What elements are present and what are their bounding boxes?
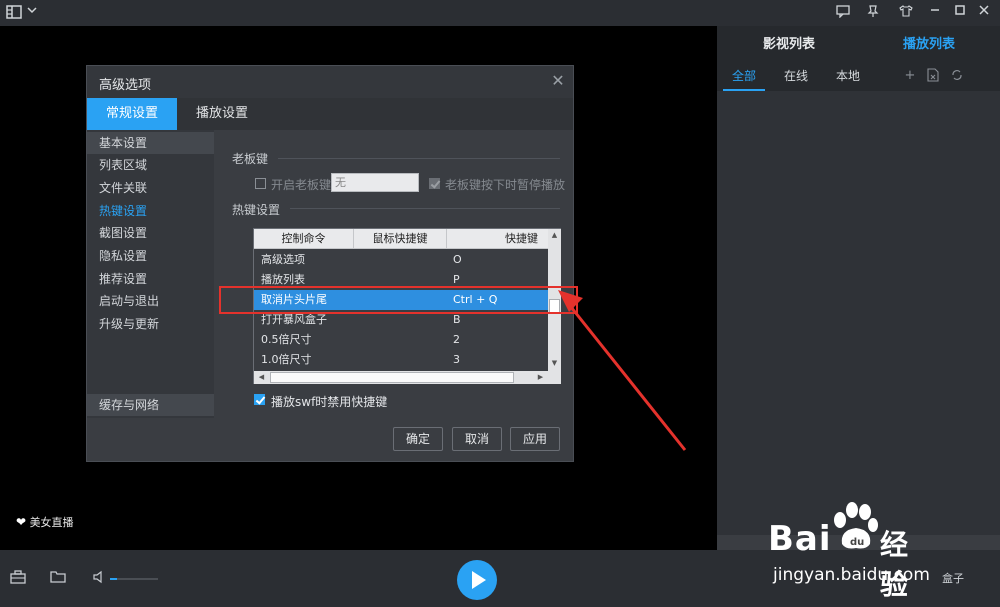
settings-sidebar: 基本设置 列表区域 文件关联 热键设置 截图设置 隐私设置 推荐设置 启动与退出… [87, 130, 214, 418]
loop-icon[interactable] [949, 68, 965, 84]
annotation-highlight-box [219, 286, 578, 314]
scroll-left-icon[interactable]: ◀ [255, 373, 268, 381]
cell-command: 0.5倍尺寸 [261, 333, 312, 346]
dialog-title: 高级选项 [99, 78, 152, 93]
live-badge[interactable]: ❤ 美女直播 [16, 514, 74, 530]
message-icon[interactable] [834, 4, 852, 22]
boss-key-enable-checkbox[interactable] [255, 178, 266, 189]
cell-key: O [453, 253, 462, 266]
watermark-url: jingyan.baidu.com [773, 565, 930, 585]
paw-icon: du [834, 502, 878, 549]
divider [290, 208, 560, 209]
heart-icon: ❤ [16, 515, 27, 529]
boss-key-section-title: 老板键 [232, 152, 269, 166]
box-label[interactable]: 盒子 [942, 570, 964, 586]
table-row[interactable]: 0.5倍尺寸 2 [254, 330, 548, 350]
maximize-icon[interactable] [951, 4, 969, 22]
tab-general-settings[interactable]: 常规设置 [87, 98, 177, 130]
sidebar-item-basic[interactable]: 基本设置 [87, 132, 214, 154]
cell-key: 2 [453, 333, 460, 346]
scroll-right-icon[interactable]: ▶ [534, 373, 547, 381]
subtab-online[interactable]: 在线 [775, 64, 817, 91]
title-bar [0, 0, 1000, 26]
dialog-close-icon[interactable]: ✕ [549, 72, 567, 90]
boss-key-pause-checkbox[interactable] [429, 178, 440, 189]
playlist-subtabs: 全部 在线 本地 + [717, 64, 1000, 91]
svg-text:du: du [850, 537, 864, 548]
dialog-tabs: 常规设置 播放设置 [87, 98, 573, 130]
sidebar-item-recommend[interactable]: 推荐设置 [87, 268, 214, 290]
apply-button[interactable]: 应用 [510, 427, 560, 451]
watermark-brand-cn: 经验 [880, 528, 909, 601]
close-icon[interactable] [975, 4, 993, 22]
minimize-icon[interactable] [926, 4, 944, 22]
sidebar-item-list-area[interactable]: 列表区域 [87, 154, 214, 176]
horizontal-scrollbar[interactable]: ◀ ▶ [254, 371, 548, 384]
table-row[interactable]: 1.0倍尺寸 3 [254, 350, 548, 370]
tab-playlist[interactable]: 播放列表 [869, 26, 989, 64]
sidebar-item-update[interactable]: 升级与更新 [87, 313, 214, 335]
boss-key-input[interactable]: 无 [331, 173, 419, 192]
tab-playback-settings[interactable]: 播放设置 [177, 98, 267, 130]
annotation-arrow-icon [558, 290, 687, 451]
volume-slider[interactable] [110, 578, 158, 580]
menu-icon[interactable] [5, 4, 23, 22]
hotkey-section-title: 热键设置 [232, 203, 281, 217]
play-button[interactable] [457, 560, 497, 600]
sidebar-item-startup-exit[interactable]: 启动与退出 [87, 290, 214, 312]
column-header-mouse[interactable]: 鼠标快捷键 [354, 229, 447, 249]
boss-key-pause-label: 老板键按下时暂停播放 [445, 178, 566, 192]
sidebar-item-cache-network[interactable]: 缓存与网络 [87, 394, 214, 416]
cell-command: 1.0倍尺寸 [261, 353, 312, 366]
hotkey-table-header: 控制命令 鼠标快捷键 快捷键 [254, 229, 548, 249]
cancel-button[interactable]: 取消 [452, 427, 502, 451]
cell-command: 高级选项 [261, 253, 305, 266]
volume-level [110, 578, 118, 580]
sidebar-item-file-assoc[interactable]: 文件关联 [87, 177, 214, 199]
scroll-up-icon[interactable]: ▲ [548, 231, 561, 239]
divider [278, 158, 560, 159]
watermark-brand: Bai [768, 519, 832, 559]
column-header-command[interactable]: 控制命令 [254, 229, 354, 249]
swf-disable-hotkeys-checkbox[interactable] [254, 394, 265, 405]
boss-key-enable-label: 开启老板键 [271, 178, 332, 192]
dialog-title-bar: 高级选项 ✕ [87, 66, 573, 98]
tab-video-list[interactable]: 影视列表 [729, 26, 849, 64]
sidebar-item-hotkeys[interactable]: 热键设置 [87, 200, 214, 222]
sidebar-item-privacy[interactable]: 隐私设置 [87, 245, 214, 267]
scrollbar-thumb[interactable] [270, 372, 514, 383]
volume-icon[interactable] [90, 570, 108, 588]
column-header-key[interactable]: 快捷键 [447, 229, 548, 249]
cell-key: 3 [453, 353, 460, 366]
sidebar-item-screenshot[interactable]: 截图设置 [87, 222, 214, 244]
table-row[interactable]: 高级选项 O [254, 250, 548, 270]
playlist-panel: 影视列表 播放列表 全部 在线 本地 + [717, 26, 1000, 535]
shirt-icon[interactable] [897, 4, 915, 22]
folder-icon[interactable] [49, 570, 67, 588]
ok-button[interactable]: 确定 [393, 427, 443, 451]
swf-disable-hotkeys-label: 播放swf时禁用快捷键 [271, 395, 388, 409]
add-icon[interactable]: + [902, 68, 918, 84]
toolbox-icon[interactable] [9, 570, 27, 588]
live-badge-label: 美女直播 [29, 516, 74, 529]
subtab-all[interactable]: 全部 [723, 64, 765, 91]
pin-icon[interactable] [864, 4, 882, 22]
subtab-local[interactable]: 本地 [827, 64, 869, 91]
delete-file-icon[interactable] [925, 68, 941, 84]
panel-tabs: 影视列表 播放列表 [717, 26, 1000, 64]
chevron-down-icon[interactable] [23, 4, 41, 22]
